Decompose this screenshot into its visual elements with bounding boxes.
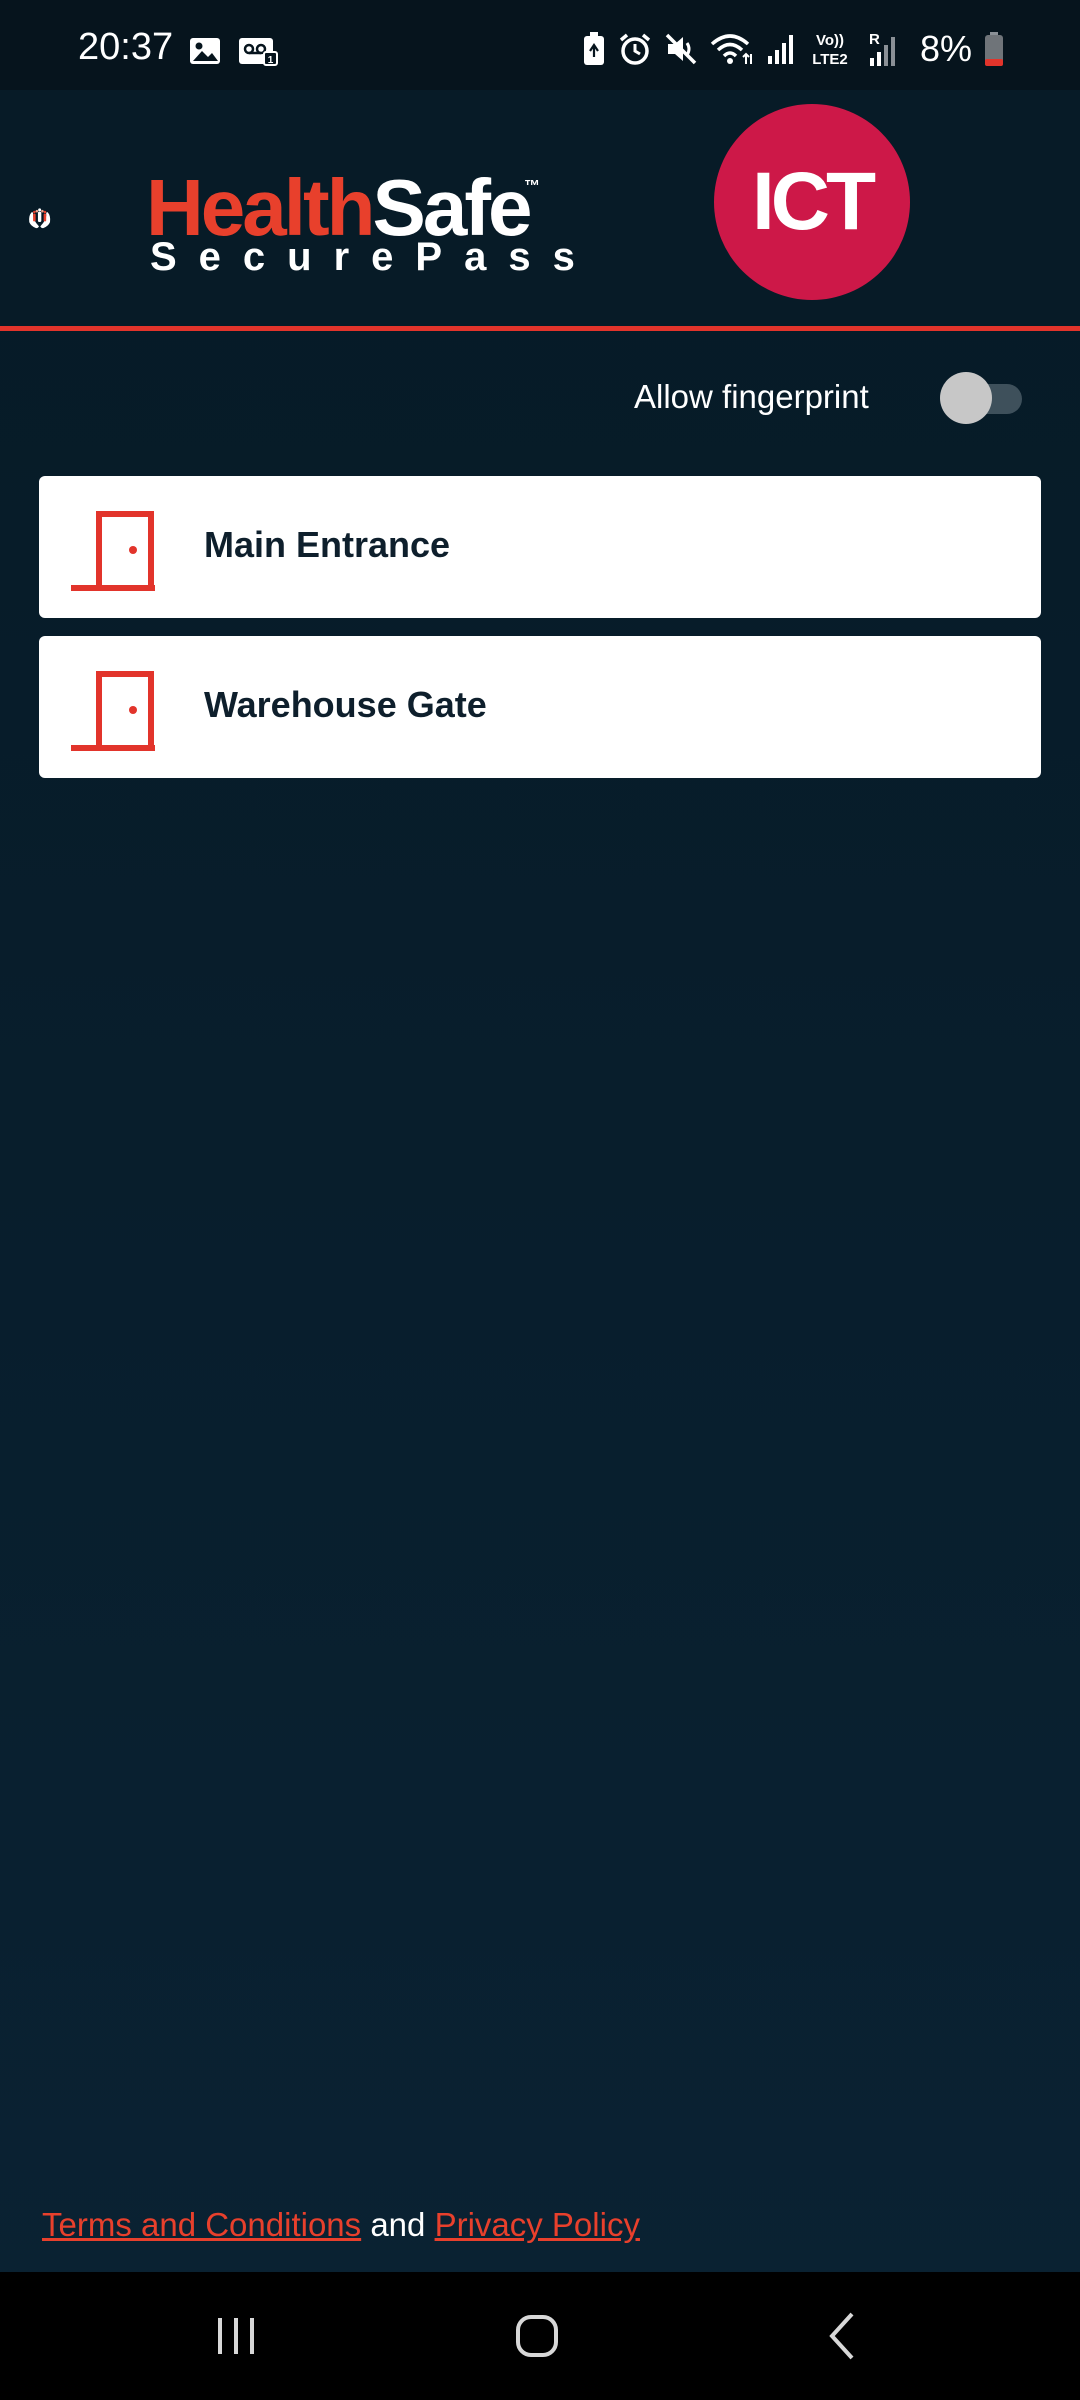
toggle-knob — [940, 372, 992, 424]
app-header: HealthSafe ™ SecurePass ICT — [0, 90, 1080, 331]
allow-fingerprint-toggle[interactable] — [940, 372, 1024, 424]
system-nav-bar — [0, 2272, 1080, 2400]
brand-trademark: ™ — [524, 178, 540, 195]
status-time: 20:37 — [78, 26, 174, 68]
image-icon — [190, 38, 220, 64]
footer-and: and — [361, 2206, 435, 2243]
allow-fingerprint-label: Allow fingerprint — [634, 378, 869, 415]
voicemail-icon: 1 — [239, 38, 278, 66]
privacy-link[interactable]: Privacy Policy — [435, 2206, 640, 2243]
back-icon[interactable] — [812, 2304, 876, 2368]
door-icon — [71, 511, 155, 591]
healthsafe-hands-logo-icon — [29, 208, 51, 229]
recent-apps-icon[interactable] — [204, 2304, 268, 2368]
ict-logo: ICT — [714, 104, 910, 300]
footer-legal: Terms and Conditions and Privacy Policy — [42, 2206, 640, 2244]
battery-percentage: 8% — [919, 28, 972, 69]
door-card-warehouse-gate[interactable]: Warehouse Gate — [39, 636, 1041, 778]
signal-icon — [767, 35, 793, 64]
roaming-label: R — [869, 31, 880, 48]
svg-text:1: 1 — [268, 55, 274, 66]
door-name: Warehouse Gate — [204, 684, 487, 725]
wifi-icon — [710, 34, 752, 64]
app-screen: 20:37 1 Vo)) LTE2 R 8% HealthSafe ™ Secu… — [0, 0, 1080, 2400]
signal-roaming-icon: R — [869, 31, 895, 66]
status-right-icons: Vo)) LTE2 R 8% — [582, 28, 1004, 70]
alarm-icon — [619, 33, 651, 65]
door-icon — [71, 671, 155, 751]
volte-lte2-icon: Vo)) LTE2 — [812, 32, 848, 68]
door-card-main-entrance[interactable]: Main Entrance — [39, 476, 1041, 618]
battery-icon — [985, 32, 1003, 66]
home-icon[interactable] — [505, 2304, 569, 2368]
volte-label-bottom: LTE2 — [812, 51, 848, 68]
battery-saver-icon — [583, 32, 604, 65]
volte-label-top: Vo)) — [816, 32, 844, 49]
brand-securepass: SecurePass — [150, 235, 597, 279]
mute-icon — [665, 33, 697, 65]
terms-link[interactable]: Terms and Conditions — [42, 2206, 361, 2243]
status-bar: 20:37 1 Vo)) LTE2 R 8% — [0, 0, 1080, 90]
door-name: Main Entrance — [204, 524, 451, 565]
status-left-icons: 1 — [188, 36, 278, 66]
